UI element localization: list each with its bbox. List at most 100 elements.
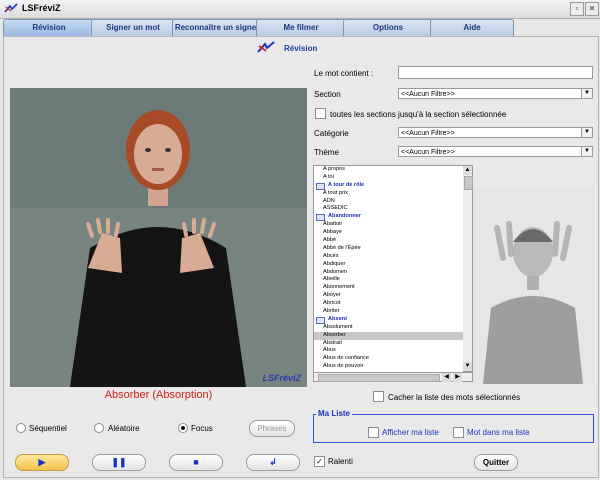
list-item[interactable]: A tout prix (314, 190, 464, 198)
scroll-left-icon[interactable]: ◀ (442, 373, 451, 382)
replay-icon: ↲ (269, 457, 277, 467)
list-item[interactable]: Abeille (314, 276, 464, 284)
list-item-label: A tour de rôle (328, 181, 365, 188)
tab-me-filmer[interactable]: Me filmer (256, 19, 346, 37)
list-item[interactable]: ADN (314, 198, 464, 206)
list-item[interactable]: Abbé (314, 237, 464, 245)
section-select-value: <<Aucun Filtre>> (401, 91, 455, 98)
category-select[interactable]: <<Aucun Filtre>> ▼ (398, 127, 593, 138)
sequential-radio[interactable] (16, 423, 26, 433)
list-group-header[interactable]: Absent (314, 316, 464, 324)
list-item-label: ADN (323, 197, 335, 204)
tab-signer-un-mot[interactable]: Signer un mot (91, 19, 175, 37)
window-title: LSFréviZ (22, 3, 61, 13)
scroll-right-icon[interactable]: ▶ (453, 373, 462, 382)
hide-selected-checkbox[interactable] (373, 391, 384, 402)
list-item-label: A propos (323, 166, 346, 172)
play-icon: ▶ (38, 457, 46, 467)
list-item-label: Abdiquer (323, 260, 346, 267)
sign-video: LSFréviZ (10, 88, 307, 387)
tab-revision[interactable]: Révision (3, 19, 95, 37)
minimize-button[interactable]: ▫ (570, 2, 584, 16)
ma-liste-title: Ma Liste (316, 409, 353, 418)
list-item[interactable]: A propos (314, 166, 464, 174)
list-group-header[interactable]: A tour de rôle (314, 182, 464, 190)
list-item[interactable]: Abricot (314, 300, 464, 308)
list-item[interactable]: Abcès (314, 253, 464, 261)
list-item[interactable]: Abus de pouvoir (314, 363, 464, 371)
list-item-label: A toi (323, 173, 334, 180)
focus-radio[interactable] (178, 423, 188, 433)
list-item[interactable]: Abus (314, 347, 464, 355)
list-item[interactable]: Abriter (314, 308, 464, 316)
list-item-label: Abus de pouvoir (323, 363, 364, 370)
list-item-label: Abriter (323, 308, 340, 315)
video-watermark-logo: LSFréviZ (262, 373, 301, 383)
pause-button[interactable]: ❚❚ (92, 454, 146, 471)
theme-label: Thème (314, 148, 339, 157)
revision-icon (257, 41, 275, 53)
signer-video-frame (10, 88, 307, 387)
scroll-thumb[interactable] (464, 176, 473, 190)
stop-button[interactable]: ■ (169, 454, 223, 471)
list-item[interactable]: Aboyer (314, 292, 464, 300)
phrases-button[interactable]: Phrases (249, 420, 295, 437)
word-contains-label: Le mot contient : (314, 69, 374, 78)
list-item-label: Abcès (323, 252, 339, 259)
show-my-list-label: Afficher ma liste (382, 428, 439, 437)
list-group-header[interactable]: Abandonner (314, 213, 464, 222)
close-button[interactable]: ✕ (585, 2, 599, 16)
section-select[interactable]: <<Aucun Filtre>> ▼ (398, 88, 593, 99)
all-sections-checkbox[interactable] (315, 108, 326, 119)
tab-reconnaitre-un-signe[interactable]: Reconnaître un signe (172, 19, 259, 37)
list-item[interactable]: Abdiquer (314, 261, 464, 269)
replay-button[interactable]: ↲ (246, 454, 300, 471)
list-item[interactable]: Abus de confiance (314, 355, 464, 363)
ralenti-checkbox[interactable]: ✓ (314, 456, 325, 467)
list-item[interactable]: ASSEDIC (314, 205, 464, 213)
random-radio[interactable] (94, 423, 104, 433)
list-item-label: Abricot (323, 300, 341, 307)
word-contains-input[interactable] (398, 66, 593, 79)
list-item-label: Abandonner (328, 213, 361, 220)
play-button[interactable]: ▶ (15, 454, 69, 471)
category-select-value: <<Aucun Filtre>> (401, 130, 455, 137)
focus-label: Focus (191, 424, 213, 433)
list-item[interactable]: Abonnement (314, 284, 464, 292)
list-item[interactable]: Abstrait (314, 340, 464, 348)
tab-options[interactable]: Options (343, 19, 433, 37)
hide-selected-label: Cacher la liste des mots sélectionnés (388, 393, 521, 402)
list-item-label: Abstrait (323, 339, 342, 346)
list-item[interactable]: Absolument (314, 324, 464, 332)
word-list[interactable]: A propos A toi A tour de rôle A tout prix AD… (313, 165, 465, 374)
list-item[interactable]: Absorber (314, 331, 464, 340)
title-bar: LSFréviZ ▫ ✕ (0, 0, 600, 19)
list-item-label: Aboyer (323, 292, 341, 299)
list-item-label: Abonnement (323, 284, 355, 291)
scroll-up-icon[interactable]: ▲ (463, 166, 472, 175)
list-item[interactable]: Abbé de l'Épée (314, 245, 464, 253)
list-item-label: Abus de confiance (323, 355, 370, 362)
list-item[interactable]: Abdomen (314, 269, 464, 277)
video-caption: Absorber (Absorption) (104, 389, 213, 401)
scroll-thumb[interactable] (318, 374, 440, 382)
chevron-down-icon: ▼ (581, 128, 592, 137)
word-list-horizontal-scrollbar[interactable]: ◀ ▶ (313, 372, 473, 382)
list-item-label: Abeille (323, 276, 340, 283)
tab-aide[interactable]: Aide (430, 19, 514, 37)
list-item-label: Abus (323, 347, 336, 354)
show-my-list-checkbox[interactable] (368, 427, 379, 438)
all-sections-label: toutes les sections jusqu'à la section s… (330, 110, 507, 119)
chevron-down-icon: ▼ (581, 89, 592, 98)
scroll-down-icon[interactable]: ▼ (463, 362, 472, 371)
list-item-label: Abattoir (323, 221, 343, 228)
theme-select[interactable]: <<Aucun Filtre>> ▼ (398, 146, 593, 157)
list-item-label: ASSEDIC (323, 205, 348, 212)
list-item[interactable]: Abbaye (314, 229, 464, 237)
list-item[interactable]: A toi (314, 174, 464, 182)
quit-button[interactable]: Quitter (474, 454, 518, 471)
word-in-my-list-checkbox[interactable] (453, 427, 464, 438)
list-item[interactable]: Abattoir (314, 221, 464, 229)
tab-bar: Révision Signer un mot Reconnaître un si… (3, 19, 597, 37)
word-list-vertical-scrollbar[interactable]: ▲ ▼ (463, 165, 473, 372)
